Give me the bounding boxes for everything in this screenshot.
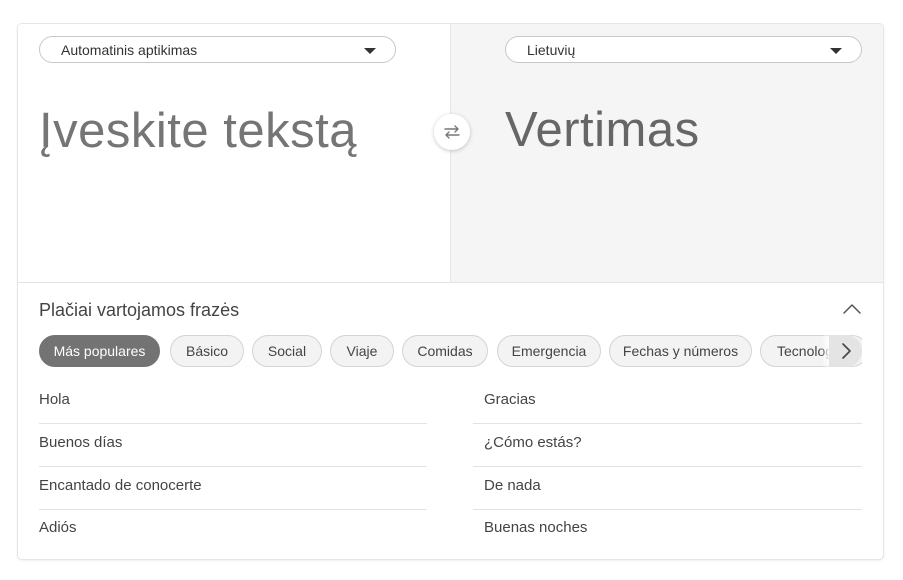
translator-panel: Automatinis aptikimas Lietuvių Vertimas [18,24,883,283]
source-language-select[interactable]: Automatinis aptikimas [39,36,396,63]
caret-down-icon [364,48,376,54]
phrases-title: Plačiai vartojamos frazės [39,300,240,320]
category-tab[interactable]: Emergencia [497,335,601,367]
category-tab[interactable]: Fechas y números [609,335,752,367]
caret-down-icon [830,48,842,54]
phrase-item[interactable]: Gracias [473,381,862,424]
phrase-item[interactable]: De nada [473,467,862,510]
swap-languages-button[interactable] [434,114,470,150]
phrase-text: Buenos días [39,434,123,451]
category-tab[interactable]: Comidas [402,335,488,367]
translation-output: Vertimas [505,103,700,157]
category-tab[interactable]: Viaje [330,335,394,367]
next-categories-button[interactable] [829,335,862,367]
phrase-item[interactable]: Adiós [39,510,427,553]
phrase-text: Hola [39,391,70,408]
phrase-text: Buenas noches [484,519,588,536]
category-tab[interactable]: Básico [170,335,244,367]
swap-arrows-icon [444,125,460,139]
phrase-item[interactable]: Encantado de conocerte [39,467,427,510]
target-pane: Lietuvių Vertimas [450,24,883,282]
phrase-text: Adiós [39,519,77,536]
source-text-input[interactable] [18,102,441,160]
phrase-item[interactable]: Hola [39,381,427,424]
target-language-label: Lietuvių [527,42,576,58]
phrase-item[interactable]: Buenas noches [473,510,862,553]
phrase-text: De nada [484,477,541,494]
source-language-label: Automatinis aptikimas [61,42,198,58]
category-tab[interactable]: Más populares [39,335,160,367]
phrase-category-tabs: Más populares Básico Social Viaje Comida… [39,335,862,369]
source-pane: Automatinis aptikimas [18,24,450,282]
phrase-item[interactable]: ¿Cómo estás? [473,424,862,467]
translator-card: Automatinis aptikimas Lietuvių Vertimas … [18,24,883,559]
chevron-right-icon [841,343,851,359]
phrase-text: Gracias [484,391,536,408]
phrase-text: ¿Cómo estás? [484,434,582,451]
category-tab[interactable]: Social [252,335,322,367]
phrase-item[interactable]: Buenos días [39,424,427,467]
phrase-text: Encantado de conocerte [39,477,202,494]
chevron-up-icon [843,304,861,314]
collapse-phrases-button[interactable] [842,302,862,316]
target-language-select[interactable]: Lietuvių [505,36,862,63]
common-phrases-section: Plačiai vartojamos frazės Más populares … [18,283,883,559]
